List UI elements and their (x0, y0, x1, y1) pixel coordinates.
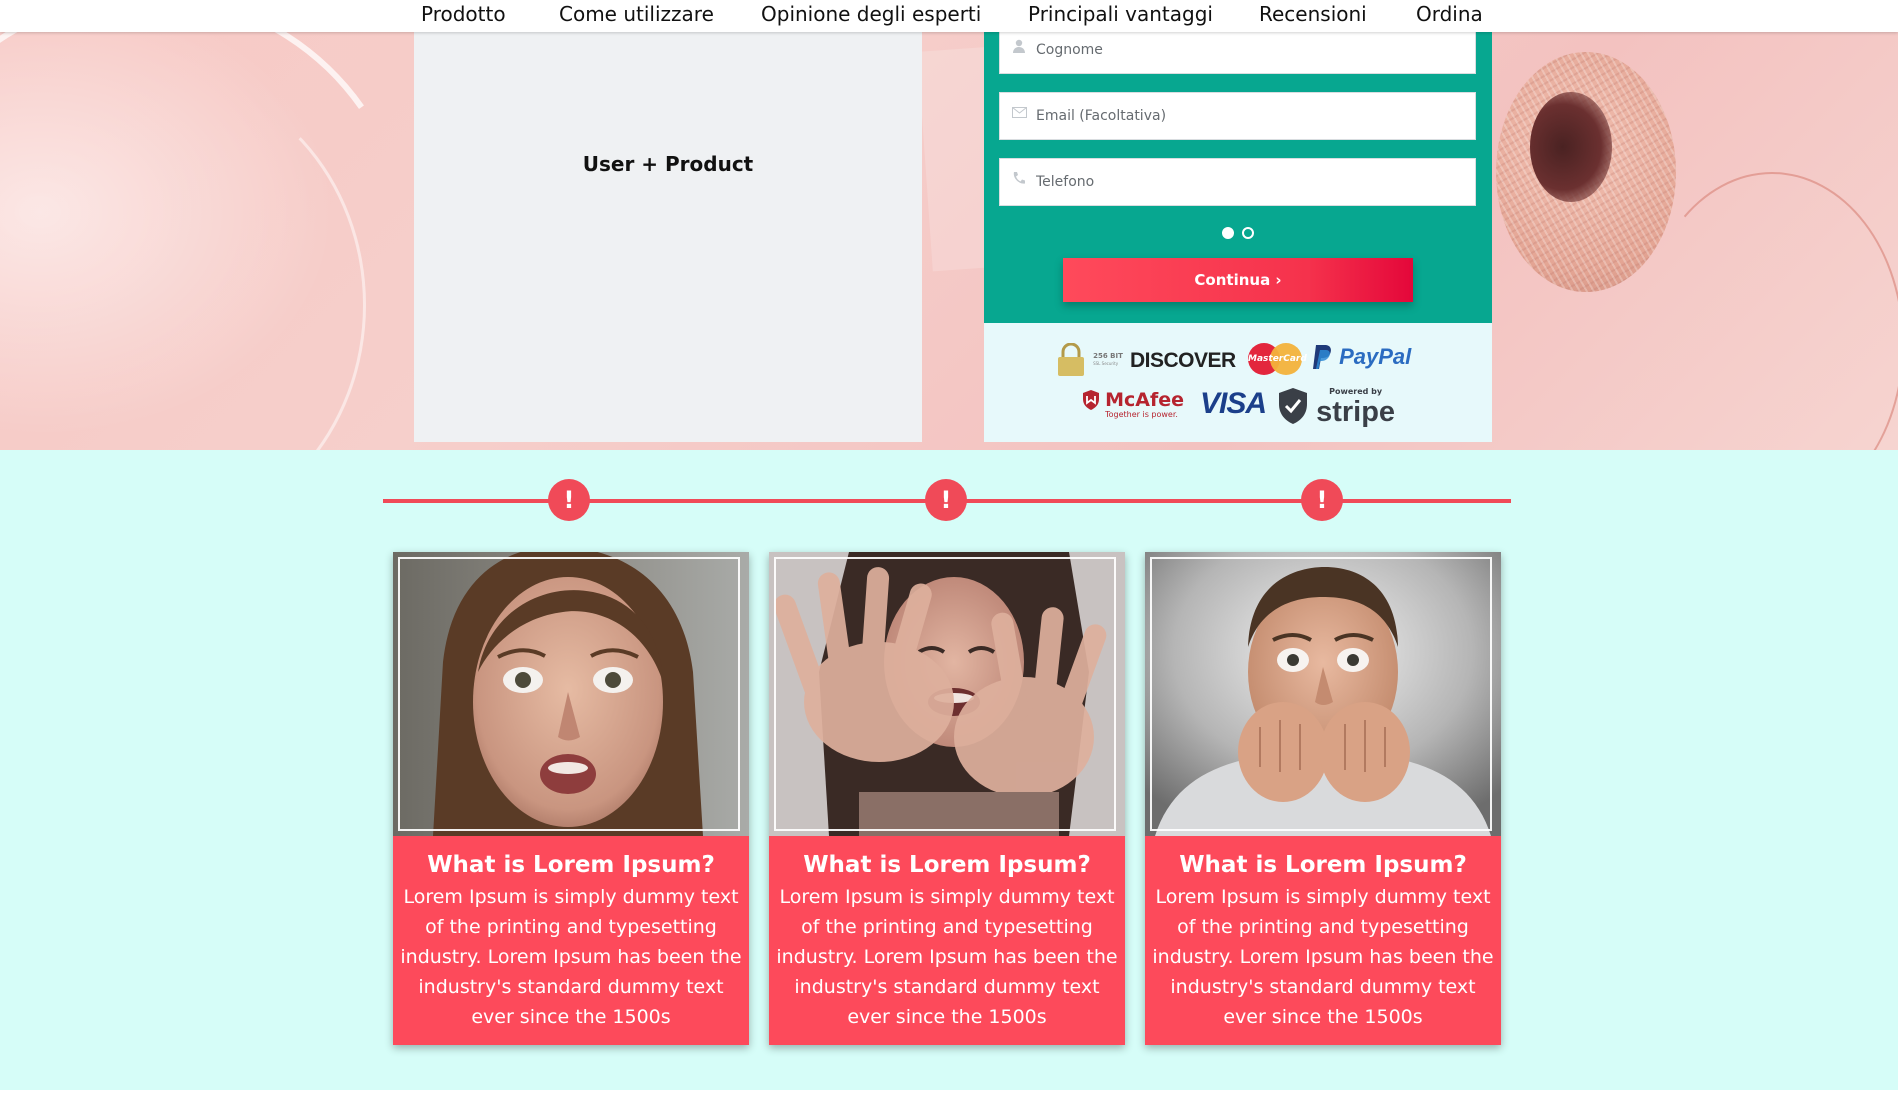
info-card: What is Lorem Ipsum? Lorem Ipsum is simp… (393, 552, 749, 1045)
mcafee-logo: McAfee Together is power. (1082, 389, 1184, 419)
ssl-badge: 256 BIT SSL Security (1056, 342, 1123, 377)
order-form: Continua › (984, 32, 1492, 323)
hero-section: User + Product Continua › (0, 32, 1898, 450)
nav-item-come-utilizzare[interactable]: Come utilizzare (559, 2, 714, 26)
mastercard-logo: MasterCard (1248, 343, 1307, 375)
nav-item-ordina[interactable]: Ordina (1416, 2, 1483, 26)
card-text: Lorem Ipsum is simply dummy text of the … (1152, 886, 1494, 1028)
card-title: What is Lorem Ipsum? (803, 852, 1091, 878)
card-title: What is Lorem Ipsum? (1179, 852, 1467, 878)
surname-input[interactable] (1036, 32, 1466, 73)
exclamation-icon: ! (548, 479, 590, 521)
card-text: Lorem Ipsum is simply dummy text of the … (400, 886, 742, 1028)
card-photo (1145, 552, 1501, 836)
photo-frame (398, 557, 740, 831)
mcafee-tagline: Together is power. (1105, 410, 1178, 419)
step-dot-1[interactable] (1222, 227, 1234, 239)
envelope-icon (1012, 106, 1027, 122)
top-navigation: Prodotto Come utilizzare Opinione degli … (0, 0, 1898, 32)
discover-logo: DISCOVER (1130, 349, 1236, 372)
product-image-placeholder: User + Product (414, 32, 922, 442)
card-photo (393, 552, 749, 836)
card-body: What is Lorem Ipsum? Lorem Ipsum is simp… (393, 836, 749, 1045)
email-input[interactable] (1036, 93, 1466, 139)
nav-item-principali-vantaggi[interactable]: Principali vantaggi (1028, 2, 1213, 26)
info-card: What is Lorem Ipsum? Lorem Ipsum is simp… (1145, 552, 1501, 1045)
step-dot-2[interactable] (1242, 227, 1254, 239)
form-step-indicator (984, 224, 1492, 240)
photo-frame (774, 557, 1116, 831)
phone-icon (1012, 171, 1025, 189)
card-body: What is Lorem Ipsum? Lorem Ipsum is simp… (769, 836, 1125, 1045)
email-field[interactable] (999, 92, 1476, 140)
visa-logo: VISA (1200, 387, 1267, 420)
paypal-text: PayPal (1339, 344, 1412, 369)
user-icon (1012, 39, 1026, 57)
exclamation-icon: ! (1301, 479, 1343, 521)
photo-frame (1150, 557, 1492, 831)
phone-input[interactable] (1036, 159, 1466, 205)
surname-field[interactable] (999, 32, 1476, 74)
continue-button[interactable]: Continua › (1063, 258, 1413, 302)
stripe-text: stripe (1316, 396, 1396, 428)
card-title: What is Lorem Ipsum? (427, 852, 715, 878)
yarn-ball-decoration (1530, 92, 1612, 202)
lock-icon (1058, 342, 1084, 376)
shield-check-icon (1279, 388, 1307, 424)
nav-item-recensioni[interactable]: Recensioni (1259, 2, 1367, 26)
nav-item-opinione-degli-esperti[interactable]: Opinione degli esperti (761, 2, 981, 26)
exclamation-icon: ! (925, 479, 967, 521)
payment-badges: 256 BIT SSL Security DISCOVER MasterCard… (984, 323, 1492, 442)
paypal-icon (1313, 345, 1331, 369)
thread-decoration (1640, 172, 1898, 450)
card-photo (769, 552, 1125, 836)
mcafee-text: McAfee (1105, 389, 1185, 411)
product-label: User + Product (582, 152, 754, 176)
ssl-badge-main: 256 BIT (1093, 352, 1123, 360)
paypal-logo: PayPal (1312, 344, 1411, 370)
mastercard-text: MasterCard (1248, 354, 1307, 364)
nav-item-prodotto[interactable]: Prodotto (421, 2, 506, 26)
stripe-badge: Powered by stripe (1278, 387, 1395, 427)
phone-field[interactable] (999, 158, 1476, 206)
card-text: Lorem Ipsum is simply dummy text of the … (776, 886, 1118, 1028)
shield-icon (1083, 390, 1099, 410)
card-body: What is Lorem Ipsum? Lorem Ipsum is simp… (1145, 836, 1501, 1045)
info-card: What is Lorem Ipsum? Lorem Ipsum is simp… (769, 552, 1125, 1045)
ssl-badge-sub: SSL Security (1093, 361, 1119, 366)
